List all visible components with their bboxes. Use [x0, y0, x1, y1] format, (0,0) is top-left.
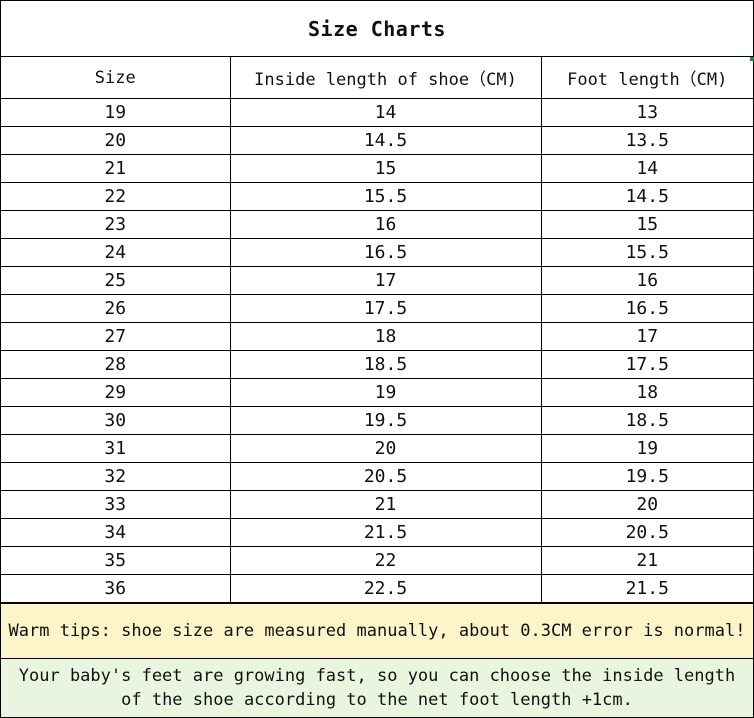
- size-cell: 23: [1, 210, 231, 239]
- inside-length-cell: 17.5: [229, 294, 542, 323]
- inside-length-cell: 19: [229, 378, 542, 407]
- foot-length-cell: 16.5: [540, 294, 753, 323]
- table-row: 33 21 20: [1, 490, 753, 519]
- inside-length-cell: 18.5: [229, 350, 542, 379]
- foot-length-cell: 20.5: [540, 518, 753, 547]
- inside-length-cell: 20: [229, 434, 542, 463]
- table-row: 21 15 14: [1, 154, 753, 183]
- size-cell: 31: [1, 434, 231, 463]
- size-cell: 33: [1, 490, 231, 519]
- table-row: 25 17 16: [1, 266, 753, 295]
- size-cell: 36: [1, 574, 231, 603]
- inside-length-cell: 14: [229, 98, 542, 127]
- foot-length-cell: 14: [540, 154, 753, 183]
- foot-length-cell: 19.5: [540, 462, 753, 491]
- table-row: 34 21.5 20.5: [1, 518, 753, 547]
- chart-title: Size Charts: [1, 1, 753, 57]
- inside-length-cell: 14.5: [229, 126, 542, 155]
- header-row: Size Inside length of shoe（CM) Foot leng…: [1, 57, 753, 99]
- table-row: 22 15.5 14.5: [1, 182, 753, 211]
- size-cell: 35: [1, 546, 231, 575]
- foot-length-cell: 20: [540, 490, 753, 519]
- inside-length-cell: 18: [229, 322, 542, 351]
- table-row: 23 16 15: [1, 210, 753, 239]
- foot-length-cell: 15: [540, 210, 753, 239]
- size-cell: 24: [1, 238, 231, 267]
- inside-length-cell: 21.5: [229, 518, 542, 547]
- corner-mark: [750, 57, 754, 61]
- foot-length-cell: 18: [540, 378, 753, 407]
- size-cell: 27: [1, 322, 231, 351]
- warm-tip: Warm tips: shoe size are measured manual…: [1, 603, 753, 659]
- column-header-inside-length: Inside length of shoe（CM): [229, 57, 542, 99]
- inside-length-cell: 19.5: [229, 406, 542, 435]
- table-row: 31 20 19: [1, 434, 753, 463]
- foot-length-cell: 19: [540, 434, 753, 463]
- size-cell: 20: [1, 126, 231, 155]
- table-row: 28 18.5 17.5: [1, 350, 753, 379]
- table-body: 19 14 13 20 14.5 13.5 21 15 14 22 15.5 14.5 23 16 15 24…: [1, 98, 753, 603]
- inside-length-cell: 20.5: [229, 462, 542, 491]
- size-cell: 32: [1, 462, 231, 491]
- size-cell: 19: [1, 98, 231, 127]
- table-row: 19 14 13: [1, 98, 753, 127]
- foot-length-cell: 16: [540, 266, 753, 295]
- sizing-note: Your baby's feet are growing fast, so yo…: [1, 659, 753, 717]
- table-row: 32 20.5 19.5: [1, 462, 753, 491]
- size-chart: Size Charts Size Inside length of shoe（C…: [0, 0, 754, 718]
- table-row: 26 17.5 16.5: [1, 294, 753, 323]
- inside-length-cell: 22.5: [229, 574, 542, 603]
- table-row: 29 19 18: [1, 378, 753, 407]
- table-row: 27 18 17: [1, 322, 753, 351]
- size-cell: 25: [1, 266, 231, 295]
- column-header-foot-length: Foot length（CM): [540, 57, 753, 99]
- inside-length-cell: 17: [229, 266, 542, 295]
- table-row: 20 14.5 13.5: [1, 126, 753, 155]
- inside-length-cell: 16: [229, 210, 542, 239]
- table-row: 35 22 21: [1, 546, 753, 575]
- size-cell: 21: [1, 154, 231, 183]
- foot-length-cell: 17.5: [540, 350, 753, 379]
- table-row: 36 22.5 21.5: [1, 574, 753, 603]
- foot-length-cell: 14.5: [540, 182, 753, 211]
- inside-length-cell: 15.5: [229, 182, 542, 211]
- size-cell: 28: [1, 350, 231, 379]
- size-cell: 30: [1, 406, 231, 435]
- foot-length-cell: 15.5: [540, 238, 753, 267]
- foot-length-cell: 17: [540, 322, 753, 351]
- size-cell: 26: [1, 294, 231, 323]
- table-row: 24 16.5 15.5: [1, 238, 753, 267]
- foot-length-cell: 21: [540, 546, 753, 575]
- size-cell: 34: [1, 518, 231, 547]
- column-header-size: Size: [1, 57, 231, 99]
- foot-length-cell: 13.5: [540, 126, 753, 155]
- size-cell: 29: [1, 378, 231, 407]
- foot-length-cell: 13: [540, 98, 753, 127]
- size-cell: 22: [1, 182, 231, 211]
- inside-length-cell: 16.5: [229, 238, 542, 267]
- inside-length-cell: 21: [229, 490, 542, 519]
- table-row: 30 19.5 18.5: [1, 406, 753, 435]
- foot-length-cell: 21.5: [540, 574, 753, 603]
- inside-length-cell: 15: [229, 154, 542, 183]
- inside-length-cell: 22: [229, 546, 542, 575]
- foot-length-cell: 18.5: [540, 406, 753, 435]
- size-table: Size Inside length of shoe（CM) Foot leng…: [1, 57, 753, 603]
